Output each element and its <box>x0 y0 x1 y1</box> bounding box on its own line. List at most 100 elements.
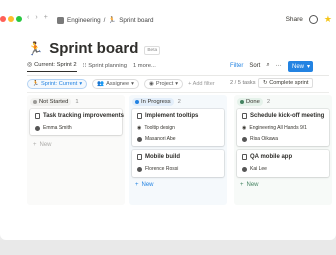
tab-label: 1 more... <box>132 62 156 69</box>
chevron-down-icon: ▾ <box>175 81 179 87</box>
titlebar-actions: Share ★ <box>286 14 332 25</box>
forward-icon[interactable]: › <box>35 14 37 21</box>
add-card-button[interactable]: + New <box>33 142 52 148</box>
page-icon <box>137 154 142 160</box>
status-dot <box>240 100 244 104</box>
tab-more[interactable]: 1 more... <box>133 63 156 72</box>
chevron-down-icon[interactable]: ▾ <box>307 63 310 70</box>
card-project: ◉ Engineering All Hands 9/1 <box>242 125 307 131</box>
project-icon: ◉ <box>137 125 142 131</box>
list-icon: ⁝⁝ <box>82 62 87 69</box>
people-icon: 👥 <box>97 81 105 87</box>
add-card-button[interactable]: + New <box>135 182 154 188</box>
filter-button[interactable]: Filter <box>230 63 243 69</box>
share-button[interactable]: Share <box>286 16 303 23</box>
filter-sprint[interactable]: 🏃 Sprint: Current ▾ <box>27 79 88 89</box>
card-assignee: Emma Smith <box>35 125 72 131</box>
card-title: Mobile build <box>137 154 180 160</box>
title-bar: ‹ › + Engineering / 🏃 Sprint board Share… <box>0 0 336 26</box>
card-title-text: Implement tooltips <box>145 113 199 119</box>
refresh-icon: ↻ <box>263 80 268 86</box>
status-label: In Progress <box>141 99 171 105</box>
card-title-text: Schedule kick-off meeting <box>250 113 325 119</box>
new-button[interactable]: New ▾ <box>288 61 313 72</box>
avatar[interactable] <box>308 15 318 24</box>
page-icon <box>242 113 247 119</box>
task-card[interactable]: Implement tooltips ◉ Tooltip design Masa… <box>132 109 224 146</box>
column-header: Not Started 1 <box>30 98 79 106</box>
assignee-name: Florence Rossi <box>145 166 179 172</box>
tab-label: Sprint planning <box>88 62 127 69</box>
maximize-window-button[interactable] <box>16 16 22 22</box>
status-badge[interactable]: Done <box>237 98 263 106</box>
desktop-background <box>0 240 336 255</box>
close-window-button[interactable] <box>0 16 6 22</box>
add-card-label: New <box>141 182 154 188</box>
column-count: 1 <box>75 99 79 105</box>
filter-project[interactable]: ◉ Project ▾ <box>143 79 184 89</box>
more-options-icon[interactable]: ··· <box>276 63 282 69</box>
tab-sprint-planning[interactable]: ⁝⁝ Sprint planning <box>83 63 127 72</box>
column-header: Done 2 <box>237 98 270 106</box>
board-column-done: Done 2 Schedule kick-off meeting ◉ Engin… <box>234 95 332 205</box>
beta-badge: Beta <box>144 45 161 55</box>
breadcrumb: Engineering / 🏃 Sprint board <box>57 16 154 24</box>
card-project: ◉ Tooltip design <box>137 125 175 131</box>
page-icon <box>35 113 40 119</box>
status-badge[interactable]: In Progress <box>132 98 174 106</box>
assignee-name: Emma Smith <box>43 125 72 131</box>
task-card[interactable]: Mobile build Florence Rossi <box>132 150 224 177</box>
teamspace-icon <box>57 16 64 24</box>
breadcrumb-separator: / <box>103 16 106 24</box>
avatar <box>242 166 247 172</box>
status-dot <box>135 100 139 104</box>
card-title: Implement tooltips <box>137 113 198 119</box>
card-title-text: QA mobile app <box>250 154 293 160</box>
add-icon[interactable]: + <box>44 14 48 21</box>
complete-sprint-button[interactable]: ↻ Complete sprint <box>258 78 314 88</box>
page-header: 🏃 Sprint board Beta <box>27 40 161 57</box>
card-assignee: Masanori Abe <box>137 136 176 142</box>
avatar <box>137 136 142 142</box>
runner-icon: 🏃 <box>32 81 39 87</box>
breadcrumb-page[interactable]: Sprint board <box>119 17 153 24</box>
minimize-window-button[interactable] <box>8 16 14 22</box>
add-card-label: New <box>39 142 52 148</box>
card-title: QA mobile app <box>242 154 292 160</box>
breadcrumb-parent[interactable]: Engineering <box>67 17 101 24</box>
card-title-text: Task tracking improvements <box>43 113 124 119</box>
plus-icon: + <box>33 142 37 148</box>
add-card-button[interactable]: + New <box>240 182 259 188</box>
page-icon <box>242 154 247 160</box>
assignee-name: Risa Oikawa <box>250 136 279 142</box>
avatar <box>35 125 40 131</box>
card-assignee: Risa Oikawa <box>242 136 278 142</box>
search-icon[interactable]: ⌕ <box>266 62 269 69</box>
board-column-not-started: Not Started 1 Task tracking improvements… <box>27 95 125 205</box>
column-count: 2 <box>177 99 181 105</box>
chevron-down-icon: ▾ <box>131 81 134 87</box>
sort-button[interactable]: Sort <box>249 63 260 69</box>
task-card[interactable]: Schedule kick-off meeting ◉ Engineering … <box>237 109 329 146</box>
task-card[interactable]: Task tracking improvements Emma Smith <box>30 109 124 135</box>
back-icon[interactable]: ‹ <box>27 14 29 21</box>
board-column-in-progress: In Progress 2 Implement tooltips ◉ Toolt… <box>129 95 227 205</box>
page-icon <box>137 113 142 119</box>
card-title-text: Mobile build <box>145 154 180 160</box>
breadcrumb-page-icon: 🏃 <box>108 17 117 24</box>
tab-current-sprint[interactable]: ◎ Current: Sprint 2 <box>27 62 77 72</box>
plus-icon: + <box>240 182 244 188</box>
task-card[interactable]: QA mobile app Kai Lee <box>237 150 329 177</box>
filter-assignee[interactable]: 👥 Assignee ▾ <box>92 79 139 89</box>
status-badge[interactable]: Not Started <box>30 98 72 106</box>
column-count: 2 <box>266 99 271 105</box>
add-filter-button[interactable]: + Add filter <box>188 81 215 87</box>
card-assignee: Kai Lee <box>242 166 267 172</box>
favorite-star-icon[interactable]: ★ <box>324 14 332 25</box>
card-assignee: Florence Rossi <box>137 166 178 172</box>
avatar <box>242 136 247 142</box>
page-title[interactable]: Sprint board <box>49 40 138 57</box>
status-label: Not Started <box>39 99 69 105</box>
view-tabs: ◎ Current: Sprint 2 ⁝⁝ Sprint planning 1… <box>27 62 156 72</box>
assignee-name: Kai Lee <box>250 166 267 172</box>
